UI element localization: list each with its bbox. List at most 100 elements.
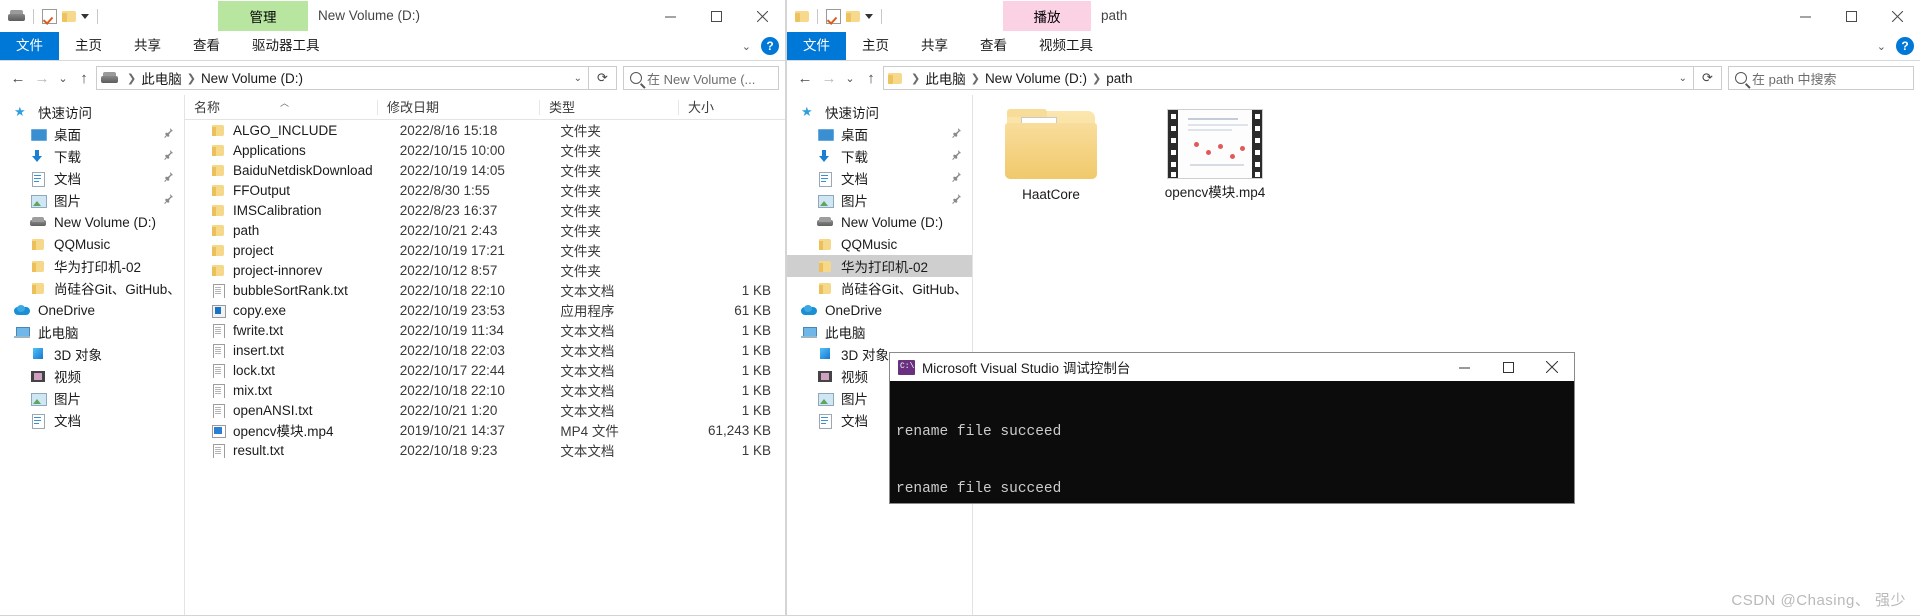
close-button[interactable] [1874,0,1920,32]
nav-item[interactable]: 华为打印机-02 [0,255,184,277]
nav-item[interactable]: 此电脑 [787,321,972,343]
contextual-tab-play[interactable]: 播放 [1003,1,1091,31]
window2-ribbon-tabs[interactable]: 文件 主页 共享 查看 视频工具 [787,32,1920,60]
pin-icon[interactable] [164,150,174,161]
nav-item[interactable]: New Volume (D:) [787,211,972,233]
explorer-window-path[interactable]: 播放 path 文件 主页 共享 查看 视频工具 ⌄ ? ← → ⌄ ↑ ❯ 此… [786,0,1920,616]
window2-ribbon-right[interactable]: ⌄ ? [1877,32,1914,60]
forward-button[interactable]: → [817,65,841,91]
tab-video-tools[interactable]: 视频工具 [1023,32,1109,60]
cell-name[interactable]: insert.txt [185,343,391,358]
column-header-size[interactable]: 大小 [678,99,778,115]
nav-item[interactable]: 文档 [0,167,184,189]
window1-ribbon[interactable]: 文件 主页 共享 查看 驱动器工具 ⌄ ? [0,32,785,61]
explorer-window-d-drive[interactable]: 管理 New Volume (D:) 文件 主页 共享 查看 驱动器工具 ⌄ ?… [0,0,786,616]
table-row[interactable]: path 2022/10/21 2:43 文件夹 [185,220,785,240]
pin-icon[interactable] [164,172,174,183]
chevron-down-icon[interactable]: ⌄ [1877,40,1886,53]
cell-name[interactable]: fwrite.txt [185,323,391,338]
quick-access-toolbar[interactable] [8,0,101,32]
breadcrumb[interactable]: ❯ 此电脑 ❯ New Volume (D:) ❯ path [888,68,1132,88]
tab-view[interactable]: 查看 [177,32,236,60]
file-rows[interactable]: ALGO_INCLUDE 2022/8/16 15:18 文件夹 Applicatio… [185,120,785,460]
nav-item[interactable]: ★ 快速访问 [787,101,972,123]
table-row[interactable]: ALGO_INCLUDE 2022/8/16 15:18 文件夹 [185,120,785,140]
window2-titlebar[interactable]: 播放 path [787,0,1920,32]
address-chevron-icon[interactable]: ⌄ [1679,73,1687,84]
folder-icon[interactable] [62,10,76,22]
cell-name[interactable]: opencv模块.mp4 [185,420,391,440]
nav-item[interactable]: 尚硅谷Git、GitHub、Gitee码云 [787,277,972,299]
window1-ribbon-tabs[interactable]: 文件 主页 共享 查看 驱动器工具 [0,32,785,60]
nav-item[interactable]: 下载 [787,145,972,167]
up-button[interactable]: ↑ [72,65,96,91]
nav-item[interactable]: 尚硅谷Git、GitHub、G [0,277,184,299]
folder-icon-2[interactable] [846,10,860,22]
table-row[interactable]: bubbleSortRank.txt 2022/10/18 22:10 文本文档 1 … [185,280,785,300]
window1-titlebar[interactable]: 管理 New Volume (D:) [0,0,785,32]
tab-drive-tools[interactable]: 驱动器工具 [236,32,336,60]
tab-view[interactable]: 查看 [964,32,1023,60]
recent-locations-icon[interactable]: ⌄ [54,65,72,91]
table-row[interactable]: fwrite.txt 2022/10/19 11:34 文本文档 1 KB [185,320,785,340]
cell-name[interactable]: openANSI.txt [185,403,391,418]
address-chevron-icon[interactable]: ⌄ [574,73,582,84]
cell-name[interactable]: BaiduNetdiskDownload [185,163,391,178]
cell-name[interactable]: project [185,243,391,258]
console-titlebar[interactable]: C:\ Microsoft Visual Studio 调试控制台 [890,353,1574,381]
visual-studio-debug-console[interactable]: C:\ Microsoft Visual Studio 调试控制台 rename… [889,352,1575,504]
back-button[interactable]: ← [6,65,30,91]
dropdown-caret-icon[interactable] [81,13,89,19]
back-button[interactable]: ← [793,65,817,91]
cell-name[interactable]: path [185,223,391,238]
table-row[interactable]: project 2022/10/19 17:21 文件夹 [185,240,785,260]
address-bar[interactable]: ❯ 此电脑 ❯ New Volume (D:) ⌄ [96,66,589,90]
maximize-button[interactable] [1828,0,1874,32]
window2-controls[interactable] [1782,0,1920,32]
help-button[interactable]: ? [761,37,779,55]
breadcrumb-item-drive[interactable]: New Volume (D:) [985,71,1087,86]
nav-item[interactable]: 下载 [0,145,184,167]
tab-home[interactable]: 主页 [846,32,905,60]
tab-share[interactable]: 共享 [118,32,177,60]
address-bar[interactable]: ❯ 此电脑 ❯ New Volume (D:) ❯ path ⌄ [883,66,1694,90]
cell-name[interactable]: result.txt [185,443,391,458]
nav-item[interactable]: 图片 [0,189,184,211]
tile-item-folder[interactable]: HaatCore [995,109,1107,203]
window2-ribbon[interactable]: 文件 主页 共享 查看 视频工具 ⌄ ? [787,32,1920,61]
cell-name[interactable]: IMSCalibration [185,203,391,218]
table-row[interactable]: IMSCalibration 2022/8/23 16:37 文件夹 [185,200,785,220]
window1-controls[interactable] [647,0,785,32]
breadcrumb-item-thispc[interactable]: 此电脑 [141,68,182,88]
tile-item-video[interactable]: opencv模块.mp4 [1159,109,1271,203]
tab-file[interactable]: 文件 [787,32,846,60]
cell-name[interactable]: lock.txt [185,363,391,378]
cell-name[interactable]: FFOutput [185,183,391,198]
maximize-button[interactable] [693,0,739,32]
table-row[interactable]: openANSI.txt 2022/10/21 1:20 文本文档 1 KB [185,400,785,420]
pin-icon[interactable] [164,194,174,205]
up-button[interactable]: ↑ [859,65,883,91]
nav-item[interactable]: 桌面 [0,123,184,145]
column-header-date[interactable]: 修改日期 [377,99,539,115]
nav-item[interactable]: 文档 [0,409,184,431]
refresh-button[interactable]: ⟳ [589,66,617,90]
table-row[interactable]: project-innorev 2022/10/12 8:57 文件夹 [185,260,785,280]
nav-item[interactable]: 桌面 [787,123,972,145]
table-row[interactable]: Applications 2022/10/15 10:00 文件夹 [185,140,785,160]
recent-locations-icon[interactable]: ⌄ [841,65,859,91]
tile-view[interactable]: HaatCore opencv模块.mp4 [973,95,1920,203]
nav-item[interactable]: 3D 对象 [0,343,184,365]
window2-address-row[interactable]: ← → ⌄ ↑ ❯ 此电脑 ❯ New Volume (D:) ❯ path ⌄… [787,61,1920,95]
nav-item[interactable]: 图片 [0,387,184,409]
breadcrumb-item-thispc[interactable]: 此电脑 [925,68,966,88]
window1-navigation-pane[interactable]: ★ 快速访问 桌面 下载 文档 图片 New Volume (D:) QQMusic 华为打印机… [0,95,185,615]
nav-item[interactable]: 图片 [787,189,972,211]
table-row[interactable]: BaiduNetdiskDownload 2022/10/19 14:05 文件夹 [185,160,785,180]
tab-home[interactable]: 主页 [59,32,118,60]
table-row[interactable]: insert.txt 2022/10/18 22:03 文本文档 1 KB [185,340,785,360]
forward-button[interactable]: → [30,65,54,91]
window1-ribbon-right[interactable]: ⌄ ? [742,32,779,60]
column-header-type[interactable]: 类型 [539,99,678,115]
cell-name[interactable]: Applications [185,143,391,158]
